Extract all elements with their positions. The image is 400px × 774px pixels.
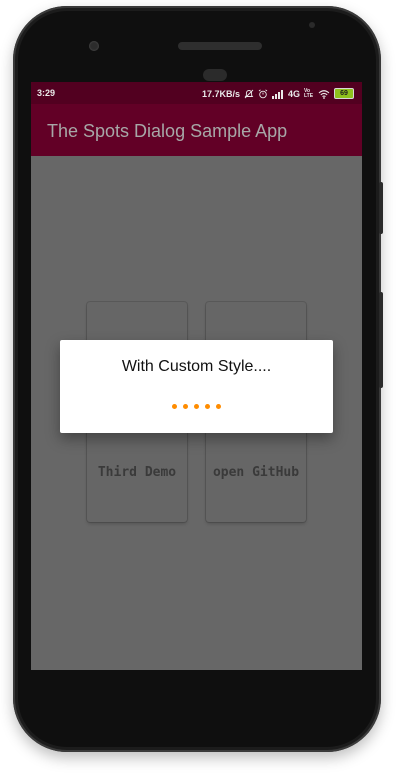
card-label-open-github: open GitHub — [212, 464, 300, 480]
alarm-icon — [258, 88, 268, 98]
silent-bell-icon — [244, 89, 254, 98]
loading-dot — [172, 404, 177, 409]
open-github-card[interactable]: open GitHub — [206, 422, 306, 522]
front-camera — [89, 41, 99, 51]
wifi-icon — [318, 89, 330, 99]
sensor — [203, 69, 227, 81]
loading-dot — [216, 404, 221, 409]
third-demo-card[interactable]: Third Demo — [87, 422, 187, 522]
volte-label: Vo LTE — [304, 87, 314, 99]
network-type: 4G — [287, 88, 300, 99]
status-icons: 17.7KB/s 4G Vo LTE 69 — [202, 88, 354, 99]
app-title: The Spots Dialog Sample App — [47, 121, 288, 141]
loading-dot — [194, 404, 199, 409]
battery-icon: 69 — [334, 88, 354, 99]
signal-icon — [271, 89, 283, 99]
status-time: 3:29 — [37, 88, 56, 98]
card-label-third-demo: Third Demo — [97, 464, 177, 480]
loading-dots — [60, 404, 333, 409]
earpiece-speaker — [178, 42, 262, 50]
proximity-dot — [309, 22, 315, 28]
loading-dot — [205, 404, 210, 409]
network-speed: 17.7KB/s — [201, 88, 240, 99]
app-toolbar: The Spots Dialog Sample App — [31, 104, 362, 156]
volume-button — [379, 292, 383, 388]
dialog-message: With Custom Style.... — [121, 358, 272, 375]
status-bar: 3:29 17.7KB/s 4G Vo LTE 69 — [31, 82, 362, 104]
loading-dot — [183, 404, 188, 409]
power-button — [379, 182, 383, 234]
loading-dialog: With Custom Style.... — [60, 340, 333, 433]
